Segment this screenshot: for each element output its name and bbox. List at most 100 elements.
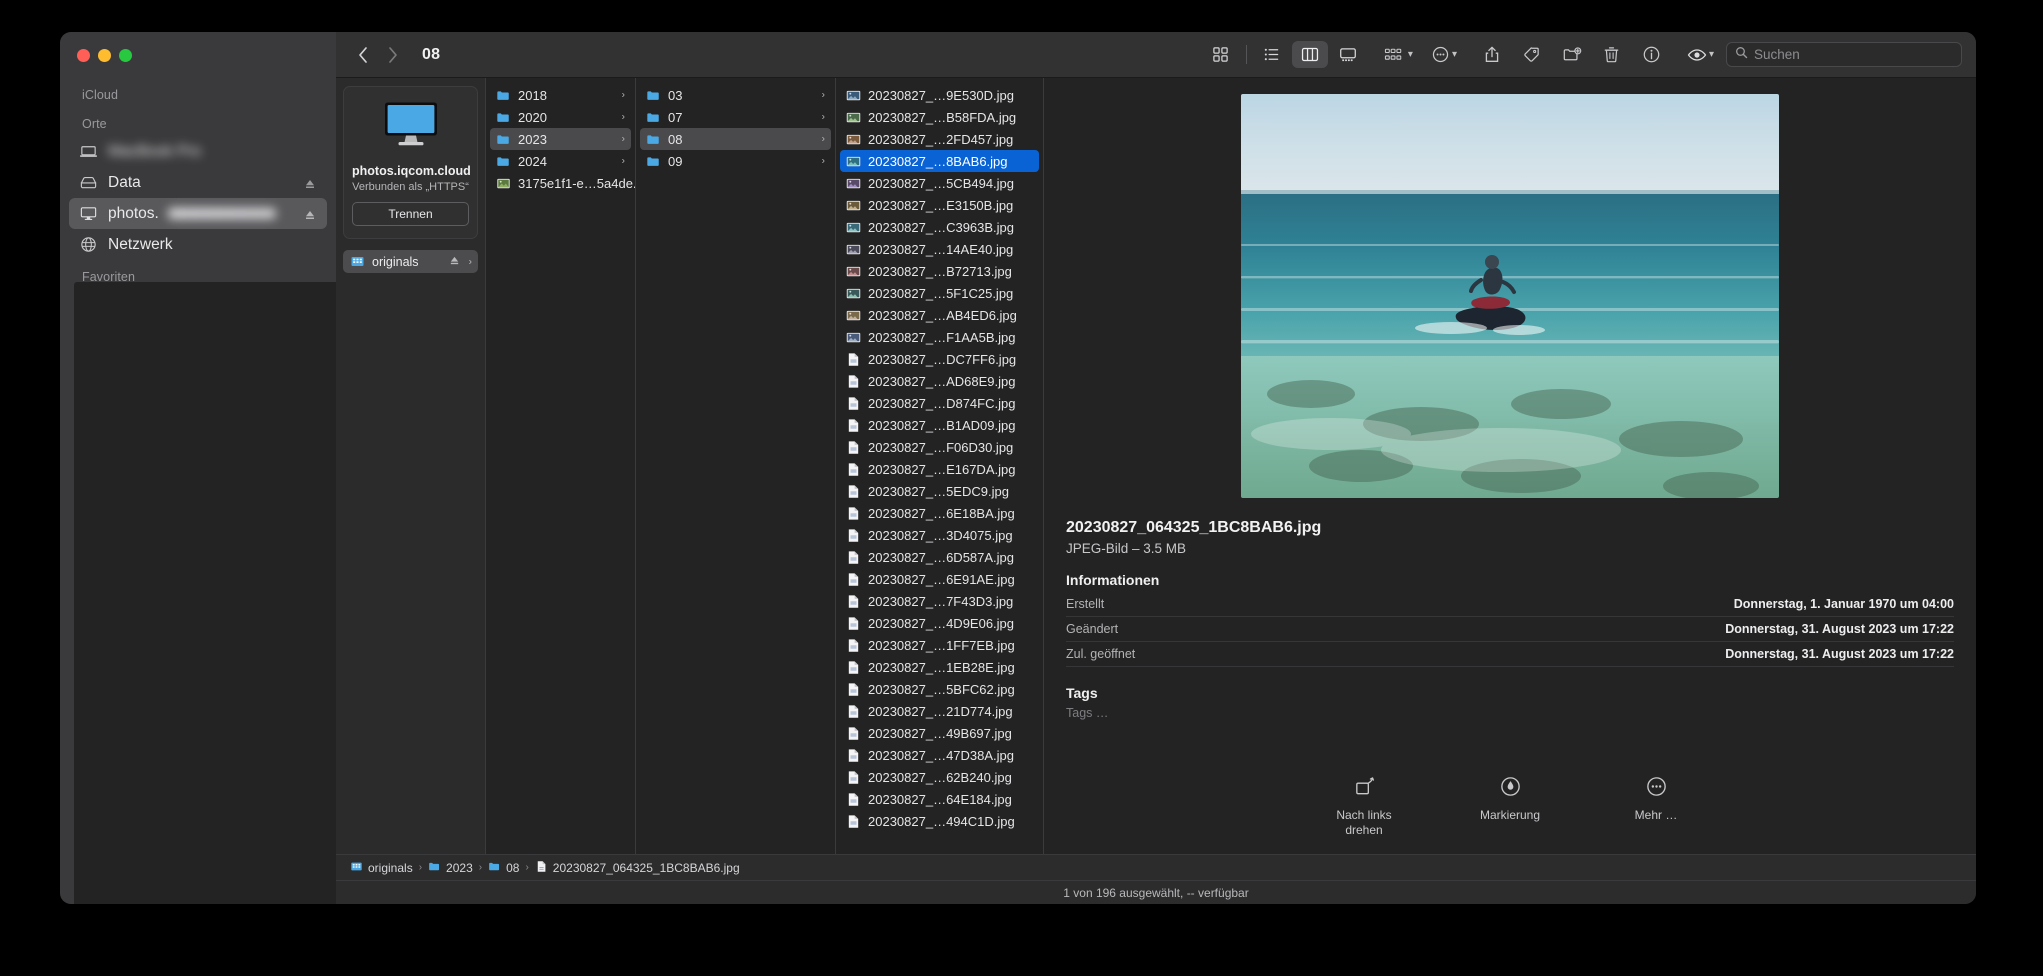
info-value: Donnerstag, 31. August 2023 um 17:22 [1725, 647, 1954, 661]
list-item-label: 20230827_…14AE40.jpg [868, 241, 1014, 257]
info-button[interactable] [1637, 41, 1667, 69]
list-item[interactable]: 20230827_…3D4075.jpg [840, 524, 1039, 546]
list-item[interactable]: 20230827_…DC7FF6.jpg [840, 348, 1039, 370]
status-bar: 1 von 196 ausgewählt, -- verfügbar [336, 880, 1976, 904]
delete-button[interactable] [1597, 41, 1627, 69]
list-item[interactable]: 20230827_…2FD457.jpg [840, 128, 1039, 150]
list-item[interactable]: 20230827_…B72713.jpg [840, 260, 1039, 282]
list-item-label: 03 [668, 87, 683, 103]
document-icon [846, 506, 861, 521]
list-item-selected[interactable]: 20230827_…8BAB6.jpg [840, 150, 1039, 172]
new-folder-button[interactable] [1557, 41, 1587, 69]
list-item[interactable]: 20230827_…E3150B.jpg [840, 194, 1039, 216]
sidebar-item-macbook-pro[interactable]: MacBook Pro [69, 136, 327, 167]
tag-button[interactable] [1517, 41, 1547, 69]
more-button[interactable]: Mehr … [1611, 775, 1701, 838]
window-controls [60, 32, 336, 70]
sidebar-item-data[interactable]: Data [69, 167, 327, 198]
back-button[interactable] [348, 41, 378, 69]
list-item[interactable]: 20230827_…AD68E9.jpg [840, 370, 1039, 392]
disconnect-button[interactable]: Trennen [352, 202, 469, 226]
chevron-right-icon: › [468, 256, 472, 267]
list-item[interactable]: 20230827_…9E530D.jpg [840, 84, 1039, 106]
list-item[interactable]: 2020 › [490, 106, 631, 128]
list-item[interactable]: 20230827_…1EB28E.jpg [840, 656, 1039, 678]
breadcrumb-item-2023[interactable]: 2023 [428, 860, 473, 876]
server-name: photos.iqcom.cloud [352, 164, 471, 178]
list-item[interactable]: 2018 › [490, 84, 631, 106]
list-item[interactable]: 2024 › [490, 150, 631, 172]
markup-icon [1499, 775, 1522, 802]
search-field[interactable] [1726, 42, 1962, 67]
column-view-button[interactable] [1291, 41, 1328, 68]
folder-icon [488, 860, 501, 876]
list-item[interactable]: 20230827_…494C1D.jpg [840, 810, 1039, 832]
rotate-left-button[interactable]: Nach links drehen [1319, 775, 1409, 838]
share-row-originals[interactable]: originals › [343, 250, 478, 273]
list-item[interactable]: 20230827_…14AE40.jpg [840, 238, 1039, 260]
breadcrumb-item-originals[interactable]: originals [350, 860, 413, 876]
list-view-button[interactable] [1254, 41, 1290, 68]
list-item[interactable]: 20230827_…B1AD09.jpg [840, 414, 1039, 436]
list-item[interactable]: 20230827_…6E91AE.jpg [840, 568, 1039, 590]
gallery-view-button[interactable] [1330, 41, 1366, 68]
list-item[interactable]: 20230827_…C3963B.jpg [840, 216, 1039, 238]
info-key: Erstellt [1066, 597, 1105, 611]
search-input[interactable] [1754, 47, 1953, 62]
list-item-label: 20230827_…AD68E9.jpg [868, 373, 1016, 389]
forward-button[interactable] [378, 41, 408, 69]
list-item[interactable]: 20230827_…21D774.jpg [840, 700, 1039, 722]
list-item-label: 20230827_…B58FDA.jpg [868, 109, 1017, 125]
actions-menu-button[interactable]: ▾ [1431, 45, 1457, 64]
list-item[interactable]: 20230827_…5BFC62.jpg [840, 678, 1039, 700]
list-item[interactable]: 20230827_…E167DA.jpg [840, 458, 1039, 480]
group-by-button[interactable]: ▾ [1384, 46, 1413, 64]
breadcrumb-label: 20230827_064325_1BC8BAB6.jpg [552, 860, 740, 875]
share-button[interactable] [1477, 41, 1507, 69]
list-item[interactable]: 20230827_…6D587A.jpg [840, 546, 1039, 568]
list-item[interactable]: 20230827_…D874FC.jpg [840, 392, 1039, 414]
breadcrumb-item-08[interactable]: 08 [488, 860, 519, 876]
list-item[interactable]: 20230827_…7F43D3.jpg [840, 590, 1039, 612]
list-item-selected[interactable]: 08 › [640, 128, 831, 150]
info-row-created: Erstellt Donnerstag, 1. Januar 1970 um 0… [1066, 592, 1954, 617]
list-item[interactable]: 20230827_…5EDC9.jpg [840, 480, 1039, 502]
list-item[interactable]: 07 › [640, 106, 831, 128]
list-item[interactable]: 20230827_…64E184.jpg [840, 788, 1039, 810]
globe-icon [78, 234, 99, 255]
list-item[interactable]: 20230827_…F1AA5B.jpg [840, 326, 1039, 348]
markup-button[interactable]: Markierung [1465, 775, 1555, 838]
list-item[interactable]: 20230827_…AB4ED6.jpg [840, 304, 1039, 326]
harddisk-icon [78, 172, 99, 193]
eject-icon[interactable] [304, 208, 316, 220]
breadcrumb-label: 08 [506, 860, 520, 875]
list-item[interactable]: 20230827_…1FF7EB.jpg [840, 634, 1039, 656]
preview-toggle-button[interactable]: ▾ [1687, 46, 1714, 64]
list-item[interactable]: 03 › [640, 84, 831, 106]
list-item[interactable]: 3175e1f1-e…5a4de.jpeg [490, 172, 635, 194]
list-item[interactable]: 20230827_…B58FDA.jpg [840, 106, 1039, 128]
list-item[interactable]: 20230827_…6E18BA.jpg [840, 502, 1039, 524]
close-button[interactable] [77, 49, 90, 62]
list-item[interactable]: 09 › [640, 150, 831, 172]
list-item-selected[interactable]: 2023 › [490, 128, 631, 150]
eject-icon[interactable] [304, 177, 316, 189]
list-item[interactable]: 20230827_…49B697.jpg [840, 722, 1039, 744]
sidebar-overlay-panel [74, 282, 336, 904]
list-item-label: 20230827_…5EDC9.jpg [868, 483, 1009, 499]
sidebar-item-netzwerk[interactable]: Netzwerk [69, 229, 327, 260]
eject-icon[interactable] [449, 255, 460, 269]
zoom-button[interactable] [119, 49, 132, 62]
minimize-button[interactable] [98, 49, 111, 62]
tags-input[interactable]: Tags … [1066, 706, 1954, 720]
icon-view-button[interactable] [1203, 41, 1239, 68]
breadcrumb-item-file[interactable]: 20230827_064325_1BC8BAB6.jpg [535, 860, 740, 876]
sidebar-item-photos-server[interactable]: photos. [69, 198, 327, 229]
list-item[interactable]: 20230827_…F06D30.jpg [840, 436, 1039, 458]
list-item[interactable]: 20230827_…62B240.jpg [840, 766, 1039, 788]
list-item[interactable]: 20230827_…5CB494.jpg [840, 172, 1039, 194]
document-icon [846, 440, 861, 455]
list-item[interactable]: 20230827_…5F1C25.jpg [840, 282, 1039, 304]
list-item[interactable]: 20230827_…4D9E06.jpg [840, 612, 1039, 634]
list-item[interactable]: 20230827_…47D38A.jpg [840, 744, 1039, 766]
